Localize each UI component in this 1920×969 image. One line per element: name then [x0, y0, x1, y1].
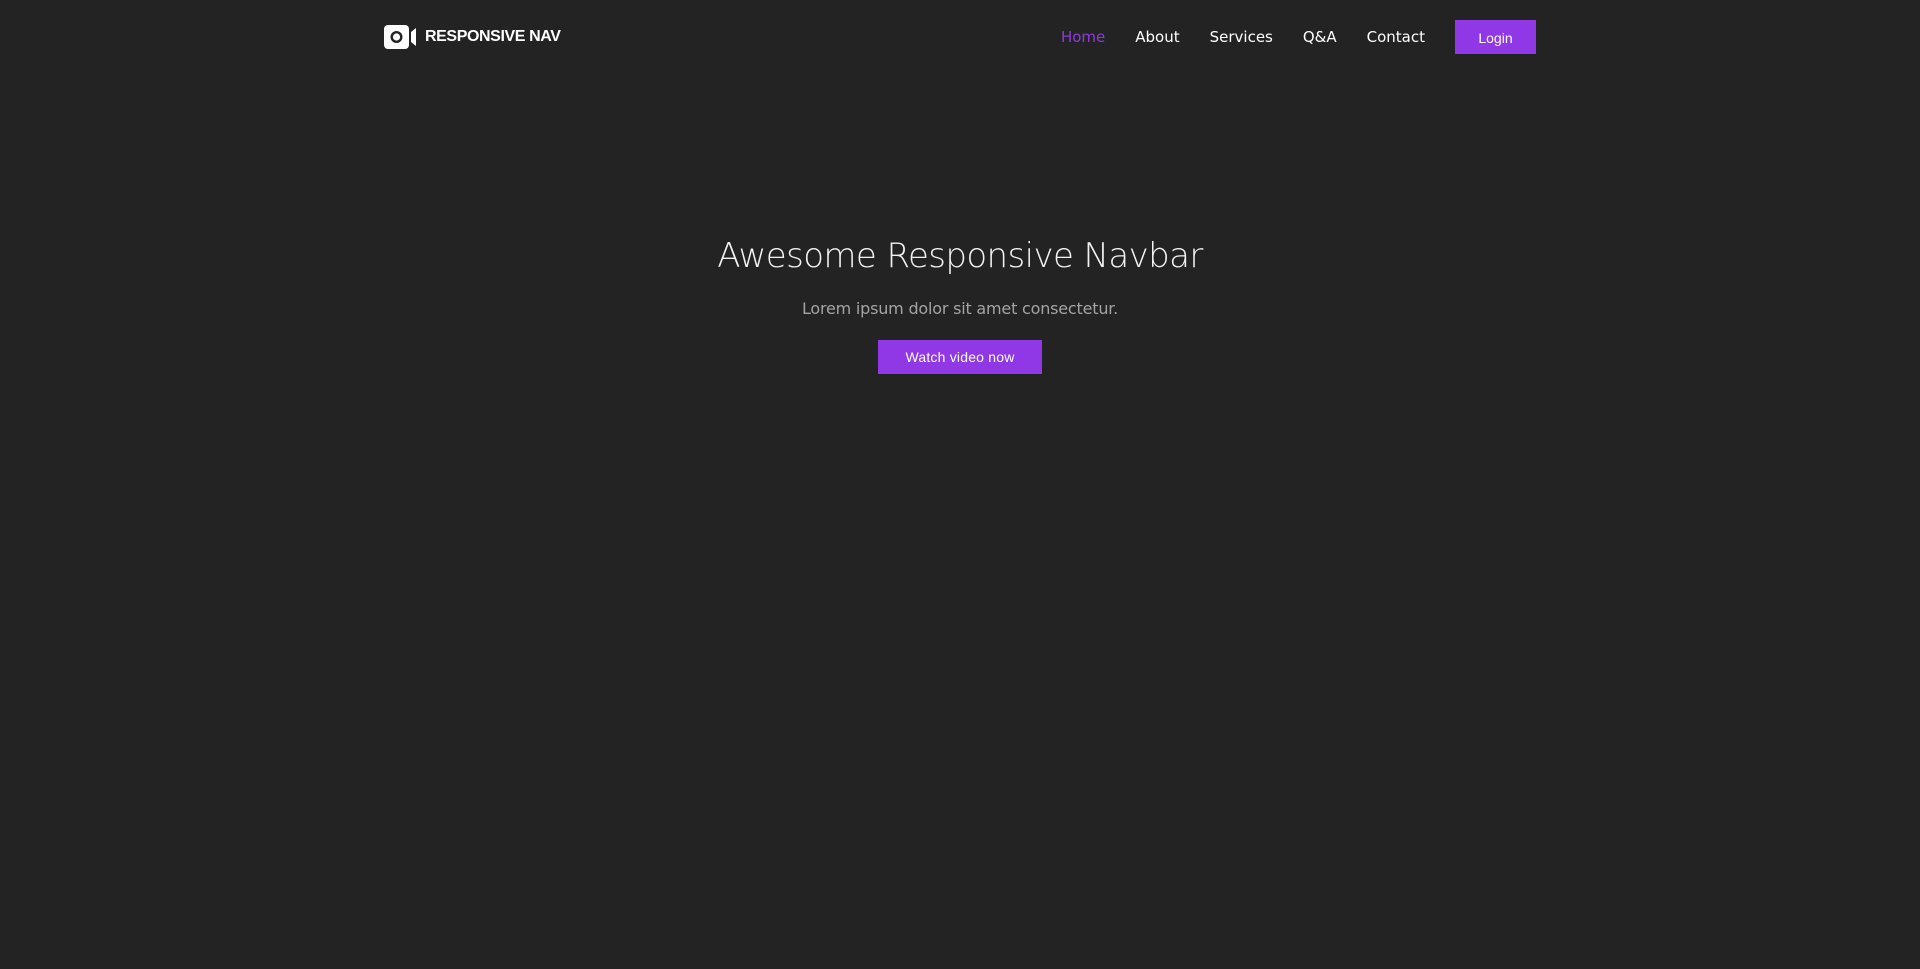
login-button[interactable]: Login: [1455, 20, 1536, 54]
nav-item-about[interactable]: About: [1135, 20, 1179, 54]
brand-name: RESPONSIVE NAV: [425, 28, 561, 45]
hero-subtitle: Lorem ipsum dolor sit amet consectetur.: [801, 299, 1119, 318]
hero-title: Awesome Responsive Navbar: [717, 236, 1203, 276]
nav-menu: Home About Services Q&A Contact Login: [1061, 20, 1536, 54]
nav-item-qa[interactable]: Q&A: [1303, 20, 1337, 54]
nav-item-services[interactable]: Services: [1210, 20, 1273, 54]
video-camera-icon: [384, 25, 416, 49]
watch-video-button[interactable]: Watch video now: [878, 340, 1042, 374]
brand-logo-link[interactable]: RESPONSIVE NAV: [384, 25, 561, 49]
nav-item-home[interactable]: Home: [1061, 20, 1105, 54]
navbar: RESPONSIVE NAV Home About Services Q&A C…: [384, 0, 1536, 74]
nav-item-contact[interactable]: Contact: [1367, 20, 1425, 54]
